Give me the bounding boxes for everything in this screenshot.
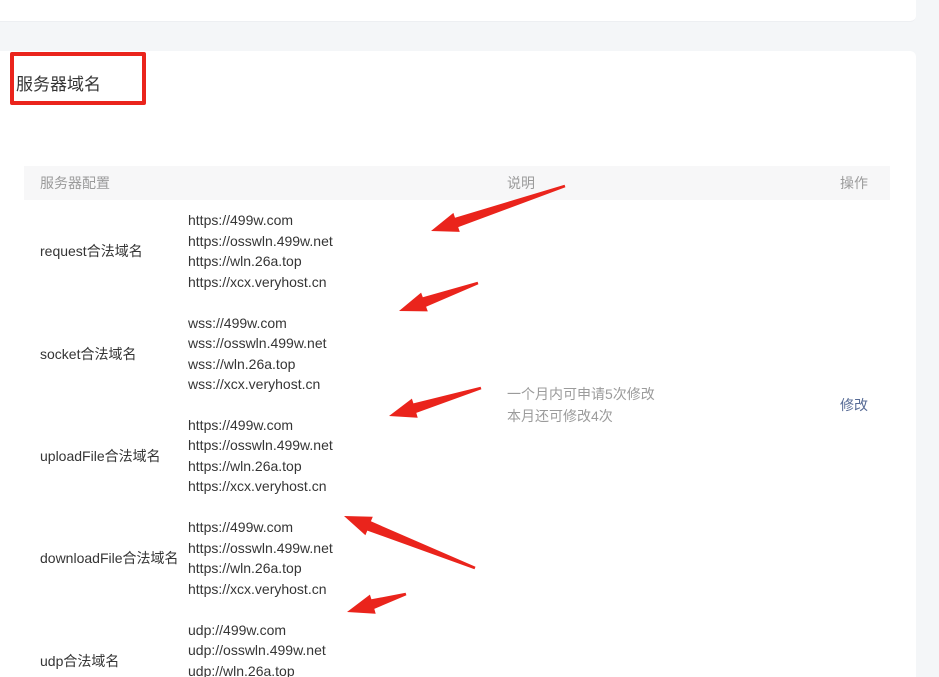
page: 服务器配置 说明 操作 request合法域名 https://499w.com…: [0, 0, 939, 677]
table-row-downloadfile: downloadFile合法域名 https://499w.com https:…: [24, 507, 890, 609]
column-header-description: 说明: [507, 173, 770, 193]
domain-item: https://499w.com: [188, 517, 333, 538]
modify-quota-description: 一个月内可申请5次修改 本月还可修改4次: [507, 200, 655, 610]
domain-list: udp://499w.com udp://osswln.499w.net udp…: [188, 620, 326, 677]
domain-item: https://wln.26a.top: [188, 456, 333, 477]
domain-item: wss://499w.com: [188, 313, 327, 334]
domain-item: wss://wln.26a.top: [188, 354, 327, 375]
domain-item: https://499w.com: [188, 415, 333, 436]
row-label: uploadFile合法域名: [24, 446, 188, 466]
description-line: 一个月内可申请5次修改: [507, 383, 655, 405]
table-row-request: request合法域名 https://499w.com https://oss…: [24, 200, 890, 302]
domain-item: https://wln.26a.top: [188, 251, 333, 272]
domain-list: https://499w.com https://osswln.499w.net…: [188, 415, 333, 497]
top-bar: [0, 0, 916, 22]
domain-item: wss://osswln.499w.net: [188, 333, 327, 354]
row-label: socket合法域名: [24, 344, 188, 364]
domain-item: https://osswln.499w.net: [188, 538, 333, 559]
domain-item: https://xcx.veryhost.cn: [188, 579, 333, 600]
description-line: 本月还可修改4次: [507, 405, 655, 427]
domain-item: https://osswln.499w.net: [188, 231, 333, 252]
domain-item: https://xcx.veryhost.cn: [188, 476, 333, 497]
operation-cell: 修改: [770, 200, 890, 610]
domain-item: udp://499w.com: [188, 620, 326, 641]
domain-list: https://499w.com https://osswln.499w.net…: [188, 517, 333, 599]
domain-item: udp://osswln.499w.net: [188, 640, 326, 661]
table-body: request合法域名 https://499w.com https://oss…: [24, 200, 890, 677]
table-header-row: 服务器配置 说明 操作: [24, 166, 890, 200]
server-domain-table: 服务器配置 说明 操作 request合法域名 https://499w.com…: [24, 166, 890, 677]
annotation-red-box: [10, 52, 146, 105]
row-label: udp合法域名: [24, 651, 188, 671]
domain-item: https://499w.com: [188, 210, 333, 231]
domain-item: wss://xcx.veryhost.cn: [188, 374, 327, 395]
domain-list: https://499w.com https://osswln.499w.net…: [188, 210, 333, 292]
table-row-socket: socket合法域名 wss://499w.com wss://osswln.4…: [24, 302, 890, 404]
table-row-uploadfile: uploadFile合法域名 https://499w.com https://…: [24, 405, 890, 507]
domain-list: wss://499w.com wss://osswln.499w.net wss…: [188, 313, 327, 395]
domain-item: https://osswln.499w.net: [188, 435, 333, 456]
table-row-udp: udp合法域名 udp://499w.com udp://osswln.499w…: [24, 610, 890, 677]
domain-item: https://wln.26a.top: [188, 558, 333, 579]
modify-link[interactable]: 修改: [840, 395, 868, 415]
domain-item: https://xcx.veryhost.cn: [188, 272, 333, 293]
column-header-config: 服务器配置: [24, 173, 507, 193]
row-label: downloadFile合法域名: [24, 548, 188, 568]
column-header-operation: 操作: [770, 173, 890, 193]
row-label: request合法域名: [24, 241, 188, 261]
domain-item: udp://wln.26a.top: [188, 661, 326, 677]
server-domain-card: 服务器配置 说明 操作 request合法域名 https://499w.com…: [0, 51, 916, 677]
